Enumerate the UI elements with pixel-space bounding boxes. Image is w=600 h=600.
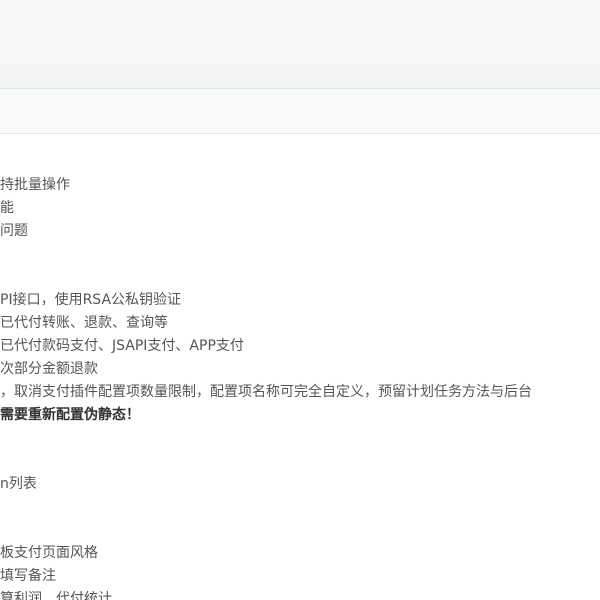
admin-page: 持批量操作 能 问题 PI接口，使用RSA公私钥验证 已代付转账、退款、查询等 …: [0, 0, 600, 600]
changelog-line: 能: [0, 200, 14, 216]
changelog-line: 持批量操作: [0, 177, 70, 193]
panel-header: [0, 89, 600, 134]
changelog-line: 问题: [0, 223, 28, 239]
changelog-line-warning: 需要重新配置伪静态！: [0, 407, 140, 423]
changelog-line: n列表: [0, 476, 37, 492]
changelog-line: 填写备注: [0, 568, 56, 584]
changelog-line: PI接口，使用RSA公私钥验证: [0, 292, 182, 308]
changelog-line: 算利润、代付统计: [0, 591, 112, 600]
changelog-line: 已代付款码支付、JSAPI支付、APP支付: [0, 338, 244, 354]
changelog-line: ，取消支付插件配置项数量限制，配置项名称可完全自定义，预留计划任务方法与后台: [0, 384, 532, 400]
top-navbar: [0, 0, 600, 65]
changelog-line: 板支付页面风格: [0, 545, 98, 561]
changelog-line: 次部分金额退款: [0, 361, 98, 377]
changelog-line: 已代付转账、退款、查询等: [0, 315, 168, 331]
tab-bar: [0, 64, 600, 89]
changelog-panel: 持批量操作 能 问题 PI接口，使用RSA公私钥验证 已代付转账、退款、查询等 …: [0, 134, 600, 600]
